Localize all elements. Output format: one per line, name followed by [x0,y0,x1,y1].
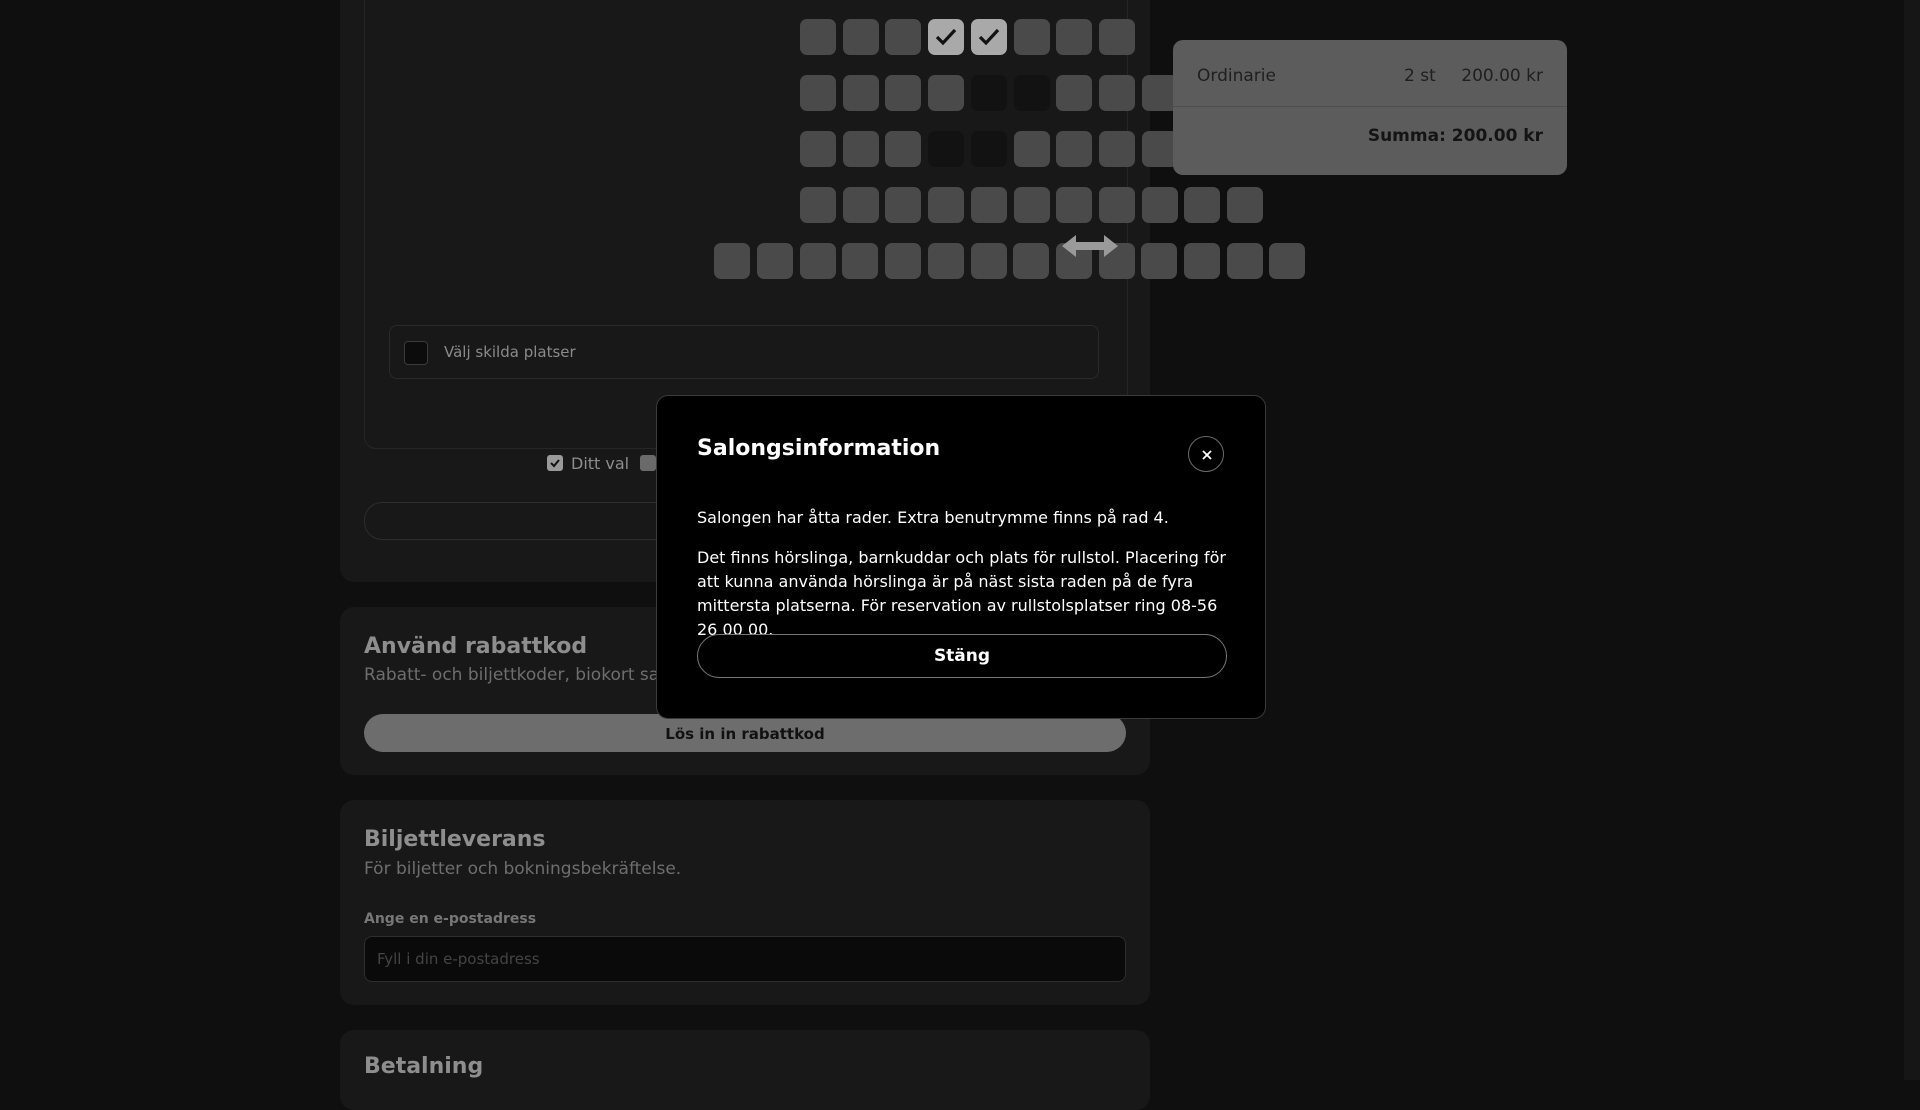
seat[interactable] [842,243,879,279]
seat[interactable] [1056,75,1093,111]
seat[interactable] [1013,131,1050,167]
seat[interactable] [928,187,965,223]
summary-line: Ordinarie 2 st 200.00 kr [1173,40,1567,107]
dialog-title: Salongsinformation [697,436,941,461]
delivery-subtitle: För biljetter och bokningsbekräftelse. [364,859,682,879]
legend-check-icon [547,455,563,471]
check-icon [978,28,999,46]
seat[interactable] [1141,187,1178,223]
seat[interactable] [800,131,836,167]
seat[interactable] [885,131,922,167]
seat[interactable] [1098,75,1135,111]
seat-map-panel: Välj skilda platser [364,0,1306,449]
seat[interactable] [1056,131,1093,167]
legend-selected: Ditt val [547,454,629,473]
legend-selected-label: Ditt val [571,454,630,473]
ticket-type: Ordinarie [1197,66,1276,86]
seat[interactable] [842,19,879,55]
seat[interactable] [885,187,922,223]
seat[interactable] [1098,19,1135,55]
close-dialog-button[interactable]: Stäng [697,634,1227,678]
seat[interactable] [970,243,1007,279]
seat[interactable] [842,75,879,111]
seat[interactable] [928,75,965,111]
payment-title: Betalning [364,1054,484,1079]
seat[interactable] [1098,187,1135,223]
seat[interactable] [1141,243,1178,279]
email-label: Ange en e-postadress [364,911,537,927]
seat[interactable] [970,187,1007,223]
salon-info-dialog: Salongsinformation Salongen har åtta rad… [656,395,1266,719]
seat-selected[interactable] [970,19,1007,55]
seat[interactable] [1184,187,1221,223]
seat[interactable] [800,75,836,111]
seat[interactable] [885,75,922,111]
seat [1013,75,1050,111]
close-icon[interactable] [1188,436,1224,472]
double-arrow-icon [1062,235,1118,257]
seat[interactable] [1013,19,1050,55]
ticket-quantity: 2 st [1404,66,1436,86]
seat[interactable] [842,131,879,167]
order-summary: Ordinarie 2 st 200.00 kr Summa: 200.00 k… [1173,40,1567,175]
seat[interactable] [1056,19,1093,55]
dialog-paragraph-1: Salongen har åtta rader. Extra benutrymm… [697,508,1169,527]
seat[interactable] [1098,131,1135,167]
payment-card: Betalning [340,1030,1150,1110]
delivery-card: Biljettleverans För biljetter och boknin… [340,800,1150,1005]
seat[interactable] [1184,243,1220,279]
seat[interactable] [800,187,836,223]
seat[interactable] [799,243,836,279]
email-field[interactable] [364,936,1126,982]
redeem-code-button[interactable]: Lös in in rabattkod [364,714,1126,752]
seat[interactable] [1227,187,1263,223]
separate-seats-option[interactable]: Välj skilda platser [389,325,1099,379]
seat[interactable] [1226,243,1263,279]
seat[interactable] [1013,187,1050,223]
delivery-title: Biljettleverans [364,827,546,852]
seat[interactable] [1269,243,1306,279]
seat [928,131,965,167]
legend-swatch [640,455,656,471]
separate-seats-label: Välj skilda platser [444,343,576,361]
seat[interactable] [800,19,836,55]
discount-subtitle: Rabatt- och biljettkoder, biokort samt [364,665,683,685]
seat[interactable] [885,19,922,55]
seat[interactable] [714,243,751,279]
seat-selected[interactable] [928,19,965,55]
seat[interactable] [1013,243,1050,279]
scrollbar-track[interactable] [1904,0,1920,1080]
seat[interactable] [757,243,793,279]
seat[interactable] [842,187,879,223]
seat [970,131,1007,167]
check-icon [935,28,957,46]
discount-title: Använd rabattkod [364,634,588,659]
ticket-price: 200.00 kr [1461,66,1543,86]
seat[interactable] [885,243,922,279]
summary-total: Summa: 200.00 kr [1367,126,1543,146]
seat[interactable] [927,243,964,279]
seat [970,75,1007,111]
separate-seats-checkbox[interactable] [404,341,428,365]
seat[interactable] [1056,187,1093,223]
dialog-paragraph-2: Det finns hörslinga, barnkuddar och plat… [697,548,1226,639]
